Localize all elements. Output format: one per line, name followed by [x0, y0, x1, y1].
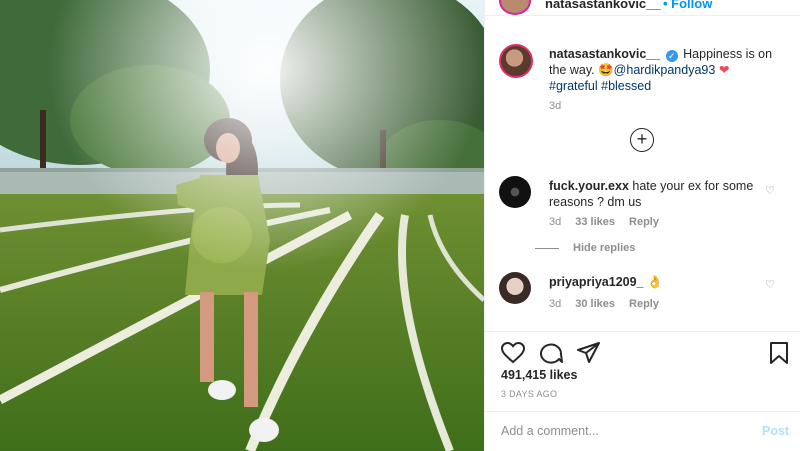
post-header: natasastankovic__ • Follow: [485, 0, 800, 16]
comment-input[interactable]: [501, 420, 731, 442]
comment-like-heart-icon[interactable]: ♡: [765, 184, 775, 197]
comment-meta: 3d 33 likes Reply: [549, 216, 673, 228]
red-heart-emoji: ❤: [718, 63, 730, 77]
comment-time[interactable]: 3d: [549, 216, 561, 228]
comment-text: 👌: [643, 275, 663, 289]
comment-username[interactable]: fuck.your.exx: [549, 179, 629, 193]
comment-avatar[interactable]: [499, 176, 531, 208]
header-username[interactable]: natasastankovic__: [545, 0, 661, 11]
comment-bubble-icon[interactable]: [539, 342, 563, 364]
comments-section[interactable]: natasastankovic__ ✓ Happiness is on the …: [485, 30, 800, 330]
load-more-comments-button[interactable]: +: [630, 128, 654, 152]
comment-likes[interactable]: 33 likes: [575, 216, 615, 228]
likes-count[interactable]: 491,415 likes: [501, 368, 577, 382]
post-photo[interactable]: [0, 0, 484, 451]
post-actions: 491,415 likes 3 DAYS AGO: [485, 331, 800, 411]
add-comment-bar: Post: [485, 411, 800, 451]
share-paper-plane-icon[interactable]: [577, 342, 601, 364]
caption-time[interactable]: 3d: [549, 100, 561, 112]
comment-time[interactable]: 3d: [549, 298, 561, 310]
follow-button[interactable]: • Follow: [663, 0, 712, 11]
comment-likes[interactable]: 30 likes: [575, 298, 615, 310]
post-side-panel: natasastankovic__ • Follow natasastankov…: [484, 0, 800, 451]
photo-scene: [0, 0, 484, 451]
save-bookmark-icon[interactable]: [769, 342, 789, 364]
plus-circle-icon: +: [636, 129, 648, 149]
reply-button[interactable]: Reply: [629, 298, 659, 310]
comment-body: priyapriya1209_ 👌: [549, 274, 759, 290]
like-heart-icon[interactable]: [501, 342, 525, 364]
header-avatar[interactable]: [499, 0, 531, 15]
comment-username[interactable]: priyapriya1209_: [549, 275, 644, 289]
caption-hashtags[interactable]: #grateful #blessed: [549, 79, 651, 93]
hide-replies-button[interactable]: Hide replies: [535, 242, 635, 254]
comment-avatar[interactable]: [499, 272, 531, 304]
caption: natasastankovic__ ✓ Happiness is on the …: [549, 46, 789, 94]
comment-like-heart-icon[interactable]: ♡: [765, 278, 775, 291]
comment-body: fuck.your.exx hate your ex for some reas…: [549, 178, 759, 210]
hide-replies-label: Hide replies: [573, 242, 636, 254]
post-date[interactable]: 3 DAYS AGO: [501, 389, 557, 399]
comment-item: priyapriya1209_ 👌 3d 30 likes Reply ♡: [499, 272, 799, 330]
caption-avatar[interactable]: [499, 44, 533, 78]
reply-button[interactable]: Reply: [629, 216, 659, 228]
caption-username[interactable]: natasastankovic__: [549, 47, 660, 61]
verified-badge-icon: ✓: [665, 50, 678, 62]
divider-line: [535, 247, 559, 249]
post-comment-button[interactable]: Post: [762, 424, 789, 438]
comment-meta: 3d 30 likes Reply: [549, 298, 673, 310]
caption-mention[interactable]: @hardikpandya93: [614, 63, 716, 77]
